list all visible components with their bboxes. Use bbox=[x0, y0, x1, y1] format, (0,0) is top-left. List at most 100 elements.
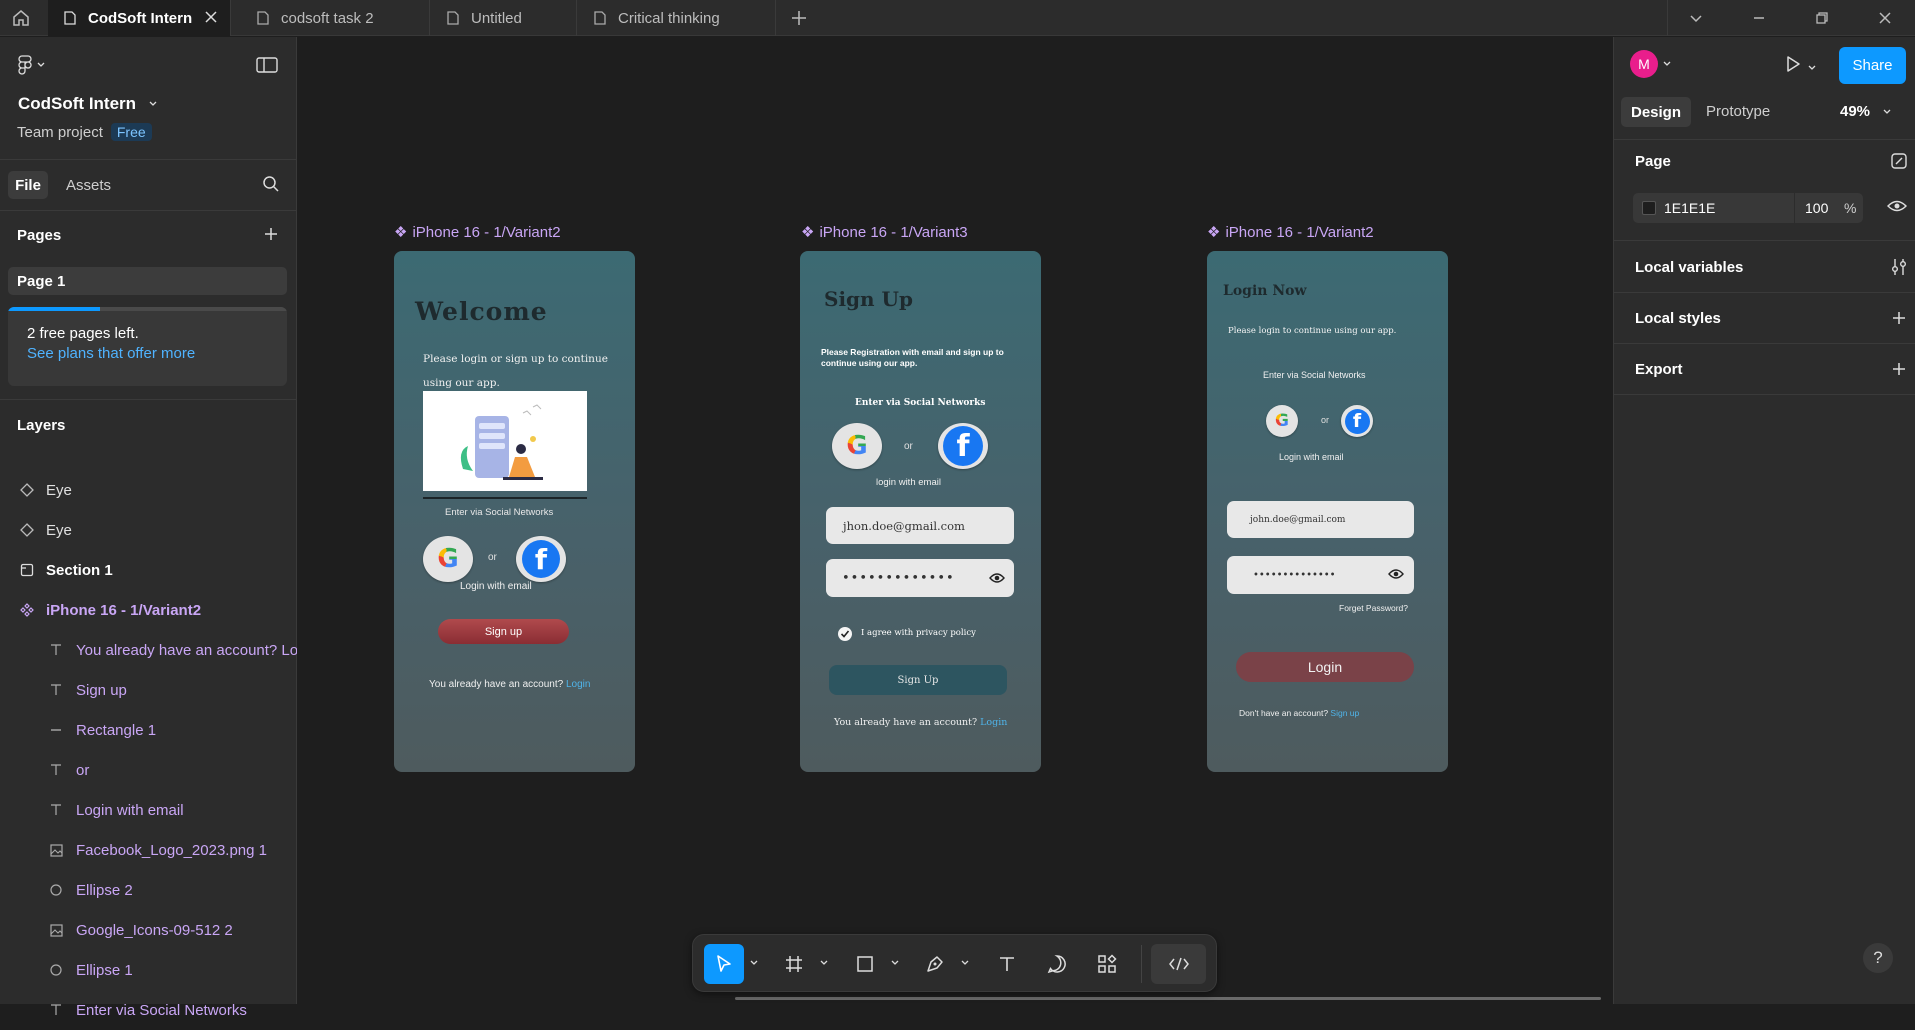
tab-file-4[interactable]: Critical thinking bbox=[578, 0, 776, 36]
layer-component[interactable]: iPhone 16 - 1/Variant2 bbox=[0, 590, 297, 630]
add-page-button[interactable] bbox=[263, 226, 279, 247]
email-field[interactable]: jhon.doe@gmail.com bbox=[826, 507, 1014, 544]
frame-label[interactable]: ❖ iPhone 16 - 1/Variant2 bbox=[1207, 223, 1374, 242]
eye-icon[interactable] bbox=[1388, 568, 1404, 580]
page-item-page-1[interactable]: Page 1 bbox=[8, 267, 287, 295]
login-link[interactable]: Login bbox=[566, 679, 590, 690]
sidebar-icon bbox=[256, 57, 278, 73]
layer-section[interactable]: Section 1 bbox=[0, 550, 297, 590]
user-menu[interactable]: M bbox=[1630, 50, 1672, 78]
layer-image[interactable]: Facebook_Logo_2023.png 1 bbox=[0, 830, 297, 870]
variables-icon[interactable] bbox=[1890, 258, 1908, 276]
google-button[interactable]: G bbox=[423, 536, 473, 582]
move-tool-menu[interactable] bbox=[748, 957, 760, 969]
frame-tool-menu[interactable] bbox=[818, 957, 830, 969]
component-icon bbox=[17, 600, 37, 620]
component-icon: ❖ bbox=[394, 224, 408, 241]
visibility-toggle[interactable] bbox=[1887, 199, 1907, 218]
frame-label[interactable]: ❖ iPhone 16 - 1/Variant3 bbox=[801, 223, 968, 242]
layer-eye[interactable]: Eye bbox=[0, 470, 297, 510]
privacy-checkbox[interactable] bbox=[838, 627, 852, 641]
pen-tool-menu[interactable] bbox=[959, 957, 971, 969]
tab-file-1[interactable]: CodSoft Intern bbox=[48, 0, 231, 36]
facebook-button[interactable]: f bbox=[1341, 405, 1373, 437]
tab-file-2[interactable]: codsoft task 2 bbox=[241, 0, 430, 36]
sign-up-link[interactable]: Sign up bbox=[1330, 708, 1359, 718]
file-name-dropdown[interactable]: CodSoft Intern bbox=[18, 94, 158, 114]
zoom-dropdown[interactable]: 49% bbox=[1840, 103, 1892, 120]
facebook-button[interactable]: f bbox=[516, 536, 566, 582]
layer-eye[interactable]: Eye bbox=[0, 510, 297, 550]
local-styles-row[interactable]: Local styles bbox=[1614, 293, 1915, 343]
move-tool[interactable] bbox=[704, 944, 744, 984]
color-swatch[interactable] bbox=[1642, 201, 1656, 215]
layer-image[interactable]: Google_Icons-09-512 2 bbox=[0, 910, 297, 950]
dev-mode-toggle[interactable] bbox=[1151, 944, 1206, 984]
close-icon bbox=[1879, 12, 1891, 24]
home-button[interactable] bbox=[0, 0, 42, 36]
page-opacity[interactable]: 100 bbox=[1805, 200, 1828, 216]
close-icon[interactable] bbox=[204, 10, 218, 24]
password-field[interactable]: •••••••••••••• bbox=[1227, 556, 1414, 594]
google-button[interactable]: G bbox=[832, 423, 882, 469]
search-button[interactable] bbox=[262, 175, 280, 198]
help-button[interactable]: ? bbox=[1863, 943, 1893, 973]
tab-assets[interactable]: Assets bbox=[66, 177, 111, 194]
plan-badge[interactable]: Free bbox=[110, 123, 152, 141]
tab-file[interactable]: File bbox=[8, 171, 48, 199]
new-tab-button[interactable] bbox=[790, 9, 808, 32]
sign-up-button[interactable]: Sign up bbox=[438, 619, 569, 644]
sign-up-button[interactable]: Sign Up bbox=[829, 665, 1007, 695]
text-icon bbox=[46, 1000, 66, 1020]
layer-text[interactable]: or bbox=[0, 750, 297, 790]
layer-text[interactable]: You already have an account? Login bbox=[0, 630, 297, 670]
shape-tool-menu[interactable] bbox=[889, 957, 901, 969]
chevron-down-icon bbox=[37, 62, 45, 67]
phone-frame-login[interactable]: Login Now Please login to continue using… bbox=[1207, 251, 1448, 772]
frame-label[interactable]: ❖ iPhone 16 - 1/Variant2 bbox=[394, 223, 561, 242]
eye-icon[interactable] bbox=[989, 572, 1005, 584]
canvas-scrollbar[interactable] bbox=[735, 997, 1601, 1000]
phone-frame-signup[interactable]: Sign Up Please Registration with email a… bbox=[800, 251, 1041, 772]
layer-ellipse[interactable]: Ellipse 2 bbox=[0, 870, 297, 910]
restore-button[interactable] bbox=[1792, 0, 1852, 36]
layer-ellipse[interactable]: Ellipse 1 bbox=[0, 950, 297, 990]
export-row[interactable]: Export bbox=[1614, 344, 1915, 394]
actions-tool[interactable] bbox=[1087, 944, 1127, 984]
share-button[interactable]: Share bbox=[1839, 47, 1906, 84]
minimize-button[interactable] bbox=[1729, 0, 1789, 36]
tabs-menu-button[interactable] bbox=[1666, 0, 1726, 36]
plus-icon[interactable] bbox=[1891, 361, 1907, 377]
pen-tool[interactable] bbox=[915, 944, 955, 984]
tab-design[interactable]: Design bbox=[1621, 97, 1691, 127]
page-styles-button[interactable] bbox=[1890, 152, 1908, 175]
email-field[interactable]: john.doe@gmail.com bbox=[1227, 501, 1414, 538]
page-color-hex[interactable]: 1E1E1E bbox=[1664, 200, 1715, 216]
shape-tool[interactable] bbox=[845, 944, 885, 984]
main-menu-button[interactable] bbox=[18, 55, 46, 75]
layer-text[interactable]: Enter via Social Networks bbox=[0, 990, 297, 1030]
plus-icon[interactable] bbox=[1891, 310, 1907, 326]
see-plans-link[interactable]: See plans that offer more bbox=[27, 345, 195, 362]
tab-prototype[interactable]: Prototype bbox=[1706, 103, 1770, 120]
local-variables-row[interactable]: Local variables bbox=[1614, 242, 1915, 292]
close-window-button[interactable] bbox=[1855, 0, 1915, 36]
layer-rectangle[interactable]: Rectangle 1 bbox=[0, 710, 297, 750]
layer-text[interactable]: Sign up bbox=[0, 670, 297, 710]
password-field[interactable]: ••••••••••••• bbox=[826, 559, 1014, 597]
page-color-field[interactable]: 1E1E1E 100 % bbox=[1633, 193, 1863, 223]
frame-tool[interactable] bbox=[774, 944, 814, 984]
forget-password-link[interactable]: Forget Password? bbox=[1339, 603, 1408, 613]
facebook-button[interactable]: f bbox=[938, 423, 988, 469]
google-button[interactable]: G bbox=[1266, 405, 1298, 437]
phone-frame-welcome[interactable]: Welcome Please login or sign up to conti… bbox=[394, 251, 635, 772]
present-menu[interactable] bbox=[1807, 60, 1817, 78]
tab-file-3[interactable]: Untitled bbox=[431, 0, 577, 36]
toggle-sidebar-button[interactable] bbox=[256, 56, 278, 79]
login-link[interactable]: Login bbox=[980, 717, 1007, 728]
text-tool[interactable] bbox=[987, 944, 1027, 984]
layer-text[interactable]: Login with email bbox=[0, 790, 297, 830]
present-button[interactable] bbox=[1784, 55, 1802, 78]
login-button[interactable]: Login bbox=[1236, 652, 1414, 682]
comment-tool[interactable] bbox=[1037, 944, 1077, 984]
